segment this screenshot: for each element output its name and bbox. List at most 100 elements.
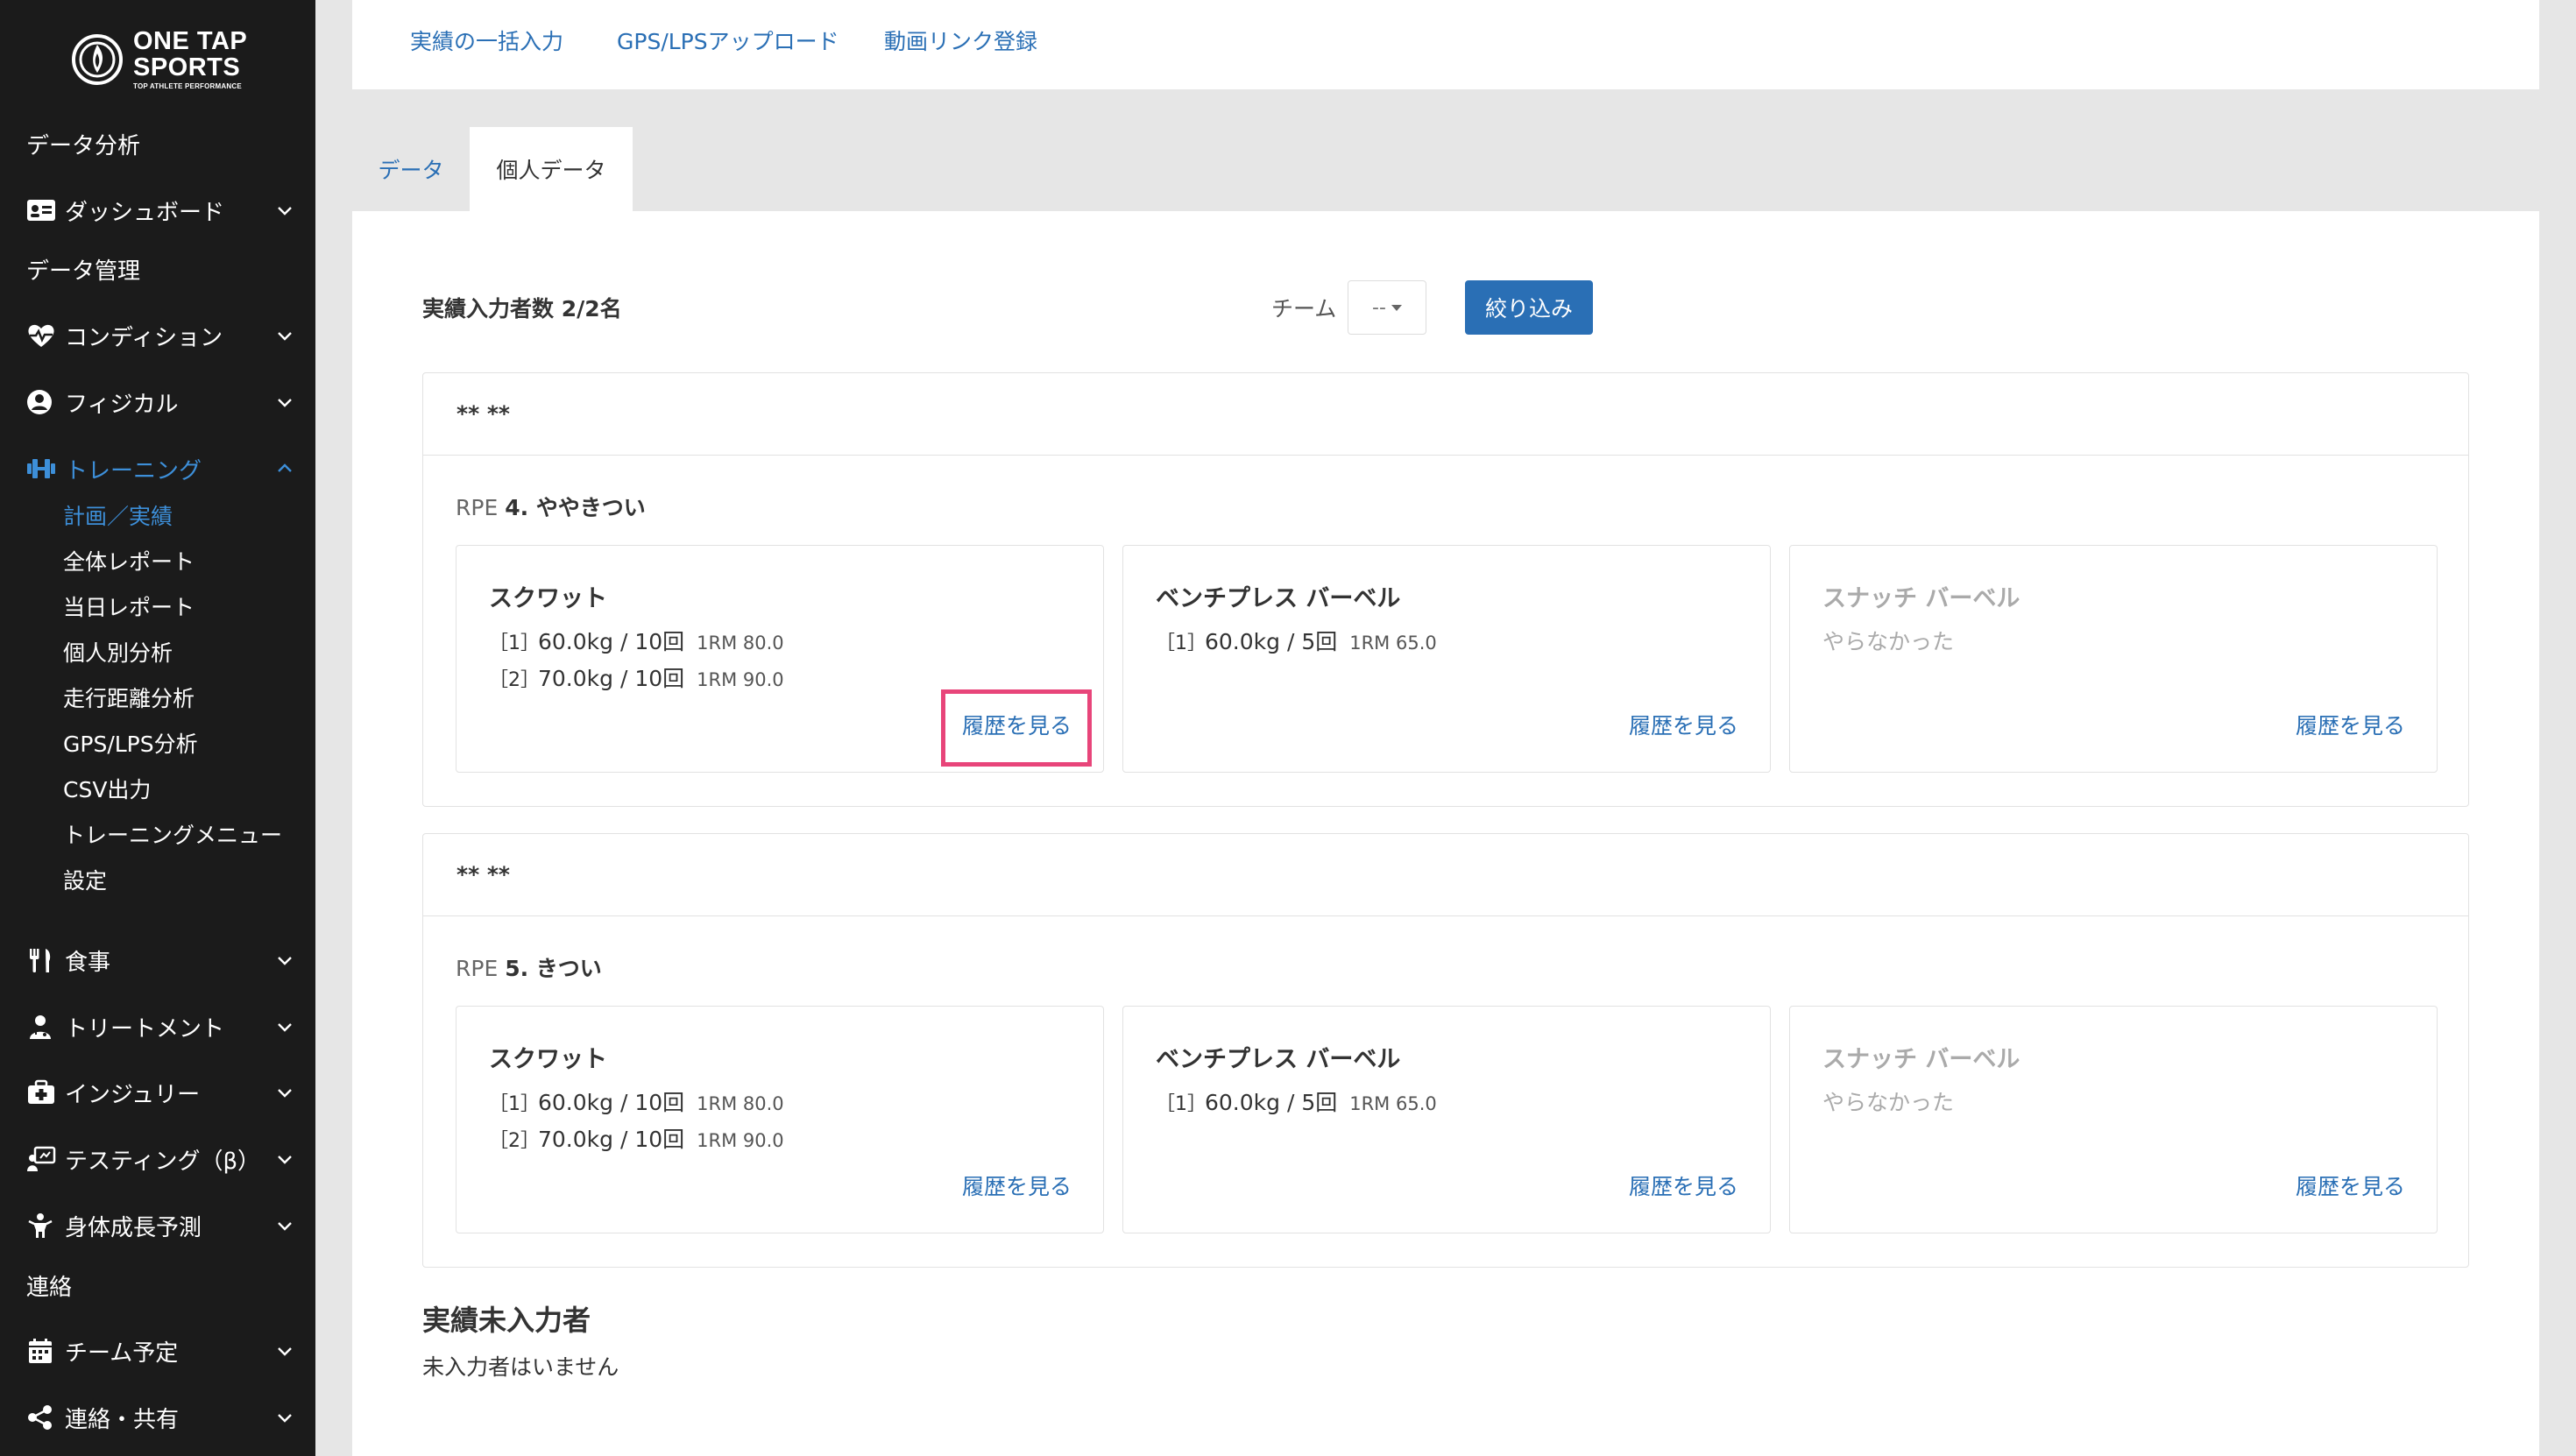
nav-meal[interactable]: 食事 <box>26 943 294 978</box>
view-history-link[interactable]: 履歴を見る <box>1629 709 1738 740</box>
athlete-name: ** ** <box>423 373 2468 456</box>
nav-share[interactable]: 連絡・共有 <box>26 1400 294 1435</box>
action-link-bar: 実績の一括入力 GPS/LPSアップロード 動画リンク登録 <box>352 0 2539 89</box>
chevron-down-icon <box>278 1347 292 1356</box>
exercise-name: ベンチプレス バーベル <box>1156 585 1401 612</box>
set-index: ［1］ <box>489 1093 540 1115</box>
exercise-card: ベンチプレス バーベル ［1］ 60.0kg / 5回 1RM 65.0 履歴を… <box>1122 545 1771 773</box>
nav-training-plan[interactable]: 計画／実績 <box>63 505 173 527</box>
set-1rm: 1RM 80.0 <box>697 633 784 654</box>
exercise-name: スナッチ バーベル <box>1822 1046 2020 1073</box>
nav-condition[interactable]: コンディション <box>26 318 294 353</box>
nav-testing-label: テスティング（β） <box>65 1148 261 1175</box>
sidebar: ONE TAP SPORTS TOP ATHLETE PERFORMANCE デ… <box>0 0 315 1456</box>
nav-injury-label: インジュリー <box>65 1081 201 1108</box>
view-history-link[interactable]: 履歴を見る <box>962 1170 1072 1201</box>
missing-input-text: 未入力者はいません <box>422 1354 619 1380</box>
nav-meal-label: 食事 <box>65 949 111 976</box>
nav-dashboard[interactable]: ダッシュボード <box>26 193 294 228</box>
exercise-set: ［1］ 60.0kg / 10回 1RM 80.0 <box>489 1085 784 1117</box>
nav-training-daily-report[interactable]: 当日レポート <box>63 597 195 618</box>
gps-upload-link[interactable]: GPS/LPSアップロード <box>617 25 839 56</box>
tab-personal-data[interactable]: 個人データ <box>470 127 633 211</box>
set-value: 70.0kg / 10回 <box>538 666 685 691</box>
athlete-card: ** ** RPE 4. ややきつい スクワット ［1］ 60.0kg / 10… <box>422 372 2469 807</box>
not-performed-text: やらなかった <box>1822 1090 1955 1115</box>
chevron-down-icon <box>278 332 292 341</box>
nav-schedule[interactable]: チーム予定 <box>26 1333 294 1368</box>
set-1rm: 1RM 65.0 <box>1349 1093 1437 1114</box>
set-value: 60.0kg / 10回 <box>538 1090 685 1115</box>
rpe-value: 4. ややきつい <box>505 495 646 520</box>
rpe-label: RPE 5. きつい <box>456 951 602 983</box>
dumbbell-icon <box>26 455 58 483</box>
exercise-card: ベンチプレス バーベル ［1］ 60.0kg / 5回 1RM 65.0 履歴を… <box>1122 1006 1771 1233</box>
nav-training-individual-analysis[interactable]: 個人別分析 <box>63 642 173 664</box>
nav-testing[interactable]: テスティング（β） <box>26 1141 294 1177</box>
nav-training-csv-export[interactable]: CSV出力 <box>63 779 151 801</box>
nav-schedule-label: チーム予定 <box>65 1339 179 1367</box>
input-count-label: 実績入力者数 2/2名 <box>422 296 622 322</box>
chevron-down-icon <box>278 957 292 965</box>
utensils-icon <box>26 946 58 974</box>
nav-training-menu[interactable]: トレーニングメニュー <box>63 824 282 846</box>
tab-data[interactable]: データ <box>352 127 470 211</box>
exercise-set: ［1］ 60.0kg / 10回 1RM 80.0 <box>489 625 784 656</box>
set-value: 60.0kg / 5回 <box>1205 1090 1338 1115</box>
view-history-link[interactable]: 履歴を見る <box>2296 709 2405 740</box>
nav-training-gps-analysis[interactable]: GPS/LPS分析 <box>63 733 198 755</box>
set-index: ［1］ <box>1156 1093 1207 1115</box>
exercise-set: ［1］ 60.0kg / 5回 1RM 65.0 <box>1156 1085 1437 1117</box>
chevron-up-icon <box>278 463 292 472</box>
share-icon <box>26 1403 58 1431</box>
nav-training[interactable]: トレーニング <box>26 451 294 486</box>
video-link-register-link[interactable]: 動画リンク登録 <box>884 25 1037 56</box>
exercise-name: スクワット <box>489 1046 607 1073</box>
rpe-value: 5. きつい <box>505 956 602 981</box>
set-value: 70.0kg / 10回 <box>538 1127 685 1152</box>
nav-training-distance-analysis[interactable]: 走行距離分析 <box>63 688 195 710</box>
not-performed-text: やらなかった <box>1822 629 1955 654</box>
athlete-card: ** ** RPE 5. きつい スクワット ［1］ 60.0kg / 10回 … <box>422 833 2469 1268</box>
team-select[interactable]: -- <box>1348 280 1426 335</box>
logo-text-line2: SPORTS <box>133 53 241 81</box>
chevron-down-icon <box>278 207 292 216</box>
chevron-down-icon <box>278 1023 292 1032</box>
filter-button[interactable]: 絞り込み <box>1465 280 1593 335</box>
team-select-value: -- <box>1372 296 1386 319</box>
view-history-link[interactable]: 履歴を見る <box>1629 1170 1738 1201</box>
child-growth-icon <box>26 1212 58 1240</box>
set-index: ［2］ <box>489 669 540 691</box>
nav-physical[interactable]: フィジカル <box>26 385 294 420</box>
set-1rm: 1RM 65.0 <box>1349 633 1437 654</box>
highlight-box <box>941 689 1092 767</box>
view-history-link[interactable]: 履歴を見る <box>2296 1170 2405 1201</box>
exercise-name: ベンチプレス バーベル <box>1156 1046 1401 1073</box>
nav-injury[interactable]: インジュリー <box>26 1075 294 1110</box>
set-value: 60.0kg / 5回 <box>1205 629 1338 654</box>
set-1rm: 1RM 80.0 <box>697 1093 784 1114</box>
nav-growth[interactable]: 身体成長予測 <box>26 1208 294 1243</box>
app-logo[interactable]: ONE TAP SPORTS TOP ATHLETE PERFORMANCE <box>70 27 248 90</box>
exercise-name: スクワット <box>489 585 607 612</box>
bulk-input-link[interactable]: 実績の一括入力 <box>410 25 563 56</box>
missing-input-title: 実績未入力者 <box>422 1304 591 1337</box>
nav-growth-label: 身体成長予測 <box>65 1214 202 1241</box>
exercise-card: スナッチ バーベル やらなかった 履歴を見る <box>1789 545 2438 773</box>
nav-section-manage: データ管理 <box>26 258 141 285</box>
heartbeat-icon <box>26 322 58 350</box>
user-circle-icon <box>26 388 58 416</box>
set-1rm: 1RM 90.0 <box>697 669 784 690</box>
nav-condition-label: コンディション <box>65 324 223 351</box>
chevron-down-icon <box>278 1222 292 1231</box>
logo-text-line1: ONE TAP <box>133 27 248 55</box>
nav-training-overall-report[interactable]: 全体レポート <box>63 551 195 573</box>
chevron-down-icon <box>278 1156 292 1164</box>
exercise-card: スナッチ バーベル やらなかった 履歴を見る <box>1789 1006 2438 1233</box>
nav-training-settings[interactable]: 設定 <box>63 870 107 892</box>
exercise-name: スナッチ バーベル <box>1822 585 2020 612</box>
chevron-down-icon <box>278 1414 292 1423</box>
nav-treatment[interactable]: トリートメント <box>26 1009 294 1044</box>
rpe-prefix: RPE <box>456 495 499 520</box>
rpe-prefix: RPE <box>456 956 499 981</box>
